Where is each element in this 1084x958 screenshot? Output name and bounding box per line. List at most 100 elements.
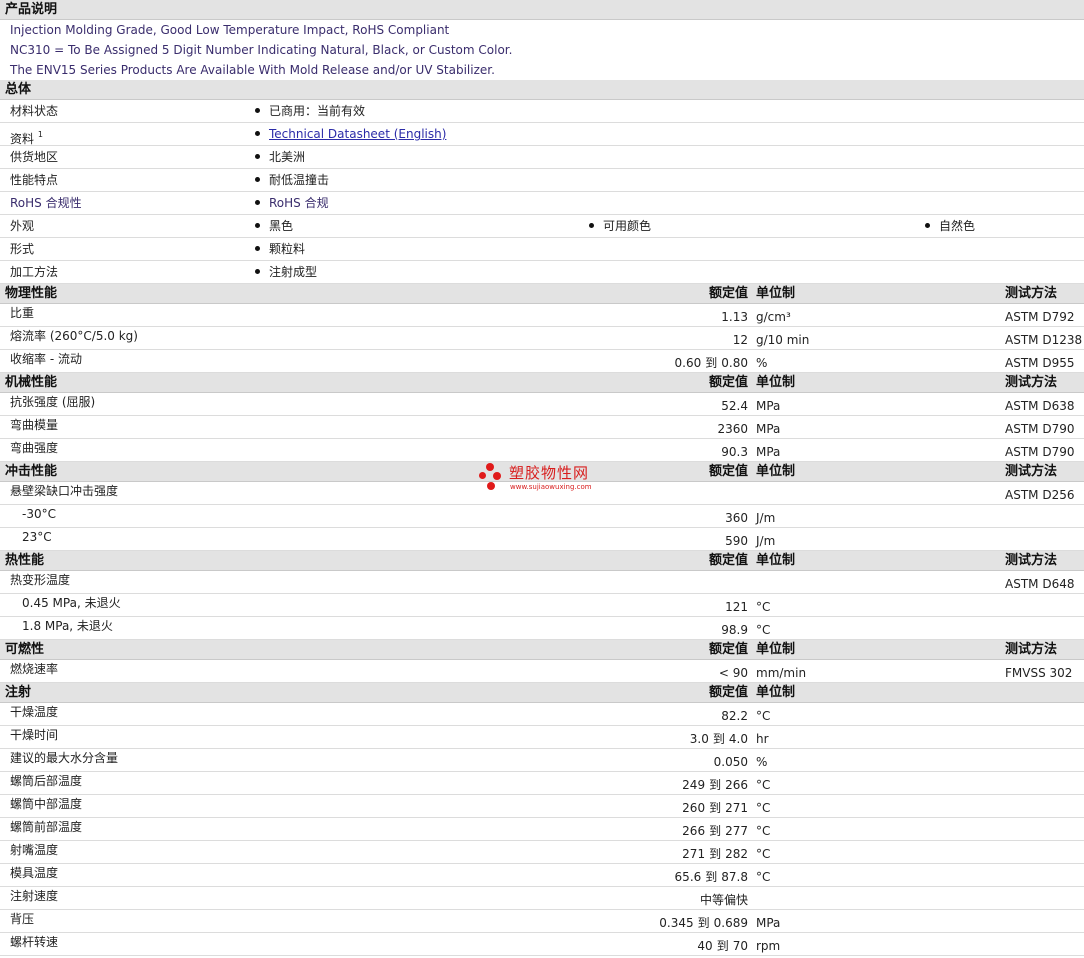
nominal-value: < 90 [718, 666, 748, 680]
bullet-icon [255, 154, 260, 159]
property-row: -30°C 360 J/m [0, 505, 1084, 528]
range-separator: 到 [716, 939, 729, 953]
range-max: 87.8 [721, 870, 748, 884]
property-row: 螺筒前部温度 266 到 277 °C [0, 818, 1084, 841]
column-header-unit: 单位制 [756, 286, 796, 301]
property-value: 52.4 [721, 395, 748, 418]
section-mechanical-header: 机械性能 额定值 单位制 测试方法 [0, 373, 1084, 393]
bullet-icon [255, 108, 260, 113]
row-value: 自然色 [925, 215, 975, 238]
logo-dot-icon [486, 463, 494, 471]
nominal-value: 1.13 [721, 310, 748, 324]
row-label: RoHS 合规性 [10, 196, 82, 210]
bullet-icon [255, 200, 260, 205]
property-unit: °C [756, 709, 771, 723]
property-label: 螺杆转速 [10, 935, 59, 949]
range-separator: 到 [709, 824, 722, 838]
nominal-value: 0.050 [713, 755, 748, 769]
technical-datasheet-link[interactable]: Technical Datasheet (English) [269, 127, 446, 141]
property-row: 23°C 590 J/m [0, 528, 1084, 551]
property-row: 抗张强度 (屈服) 52.4 MPa ASTM D638 [0, 393, 1084, 416]
property-unit: MPa [756, 422, 781, 436]
property-value: 249 到 266 [682, 774, 748, 797]
column-header-value: 额定值 [708, 464, 748, 479]
section-title: 物理性能 [5, 286, 58, 301]
property-value: 98.9 [721, 619, 748, 642]
range-separator: 到 [709, 778, 722, 792]
property-label: 弯曲强度 [10, 441, 59, 455]
property-value: 1.13 [721, 306, 748, 329]
bullet-icon [925, 223, 930, 228]
general-row-region: 供货地区 北美洲 [0, 146, 1084, 169]
property-unit: °C [756, 824, 771, 838]
section-title: 热性能 [5, 553, 45, 568]
row-value: 可用颜色 [589, 215, 651, 238]
property-unit: % [756, 755, 768, 769]
property-value: 65.6 到 87.8 [675, 866, 748, 889]
section-title: 机械性能 [5, 375, 58, 390]
property-value: 90.3 [721, 441, 748, 464]
general-row-status: 材料状态 已商用：当前有效 [0, 100, 1084, 123]
row-value: 北美洲 [255, 146, 305, 169]
property-sections: 物理性能 额定值 单位制 测试方法 比重 1.13 g/cm³ ASTM D792 熔流率 (2… [0, 284, 1084, 956]
property-label: 干燥时间 [10, 728, 59, 742]
property-value: 360 [725, 507, 748, 530]
watermark-url: www.sujiaowuxing.com [510, 483, 592, 491]
column-header-value: 额定值 [708, 642, 748, 657]
range-max: 0.689 [713, 916, 748, 930]
section-title: 注射 [5, 685, 32, 700]
property-unit: °C [756, 801, 771, 815]
column-header-unit: 单位制 [756, 642, 796, 657]
property-row: 比重 1.13 g/cm³ ASTM D792 [0, 304, 1084, 327]
description-line: Injection Molding Grade, Good Low Temper… [10, 23, 450, 37]
bullet-icon [255, 131, 260, 136]
section-thermal-header: 热性能 额定值 单位制 测试方法 [0, 551, 1084, 571]
property-unit: g/cm³ [756, 310, 791, 324]
property-row: 螺筒后部温度 249 到 266 °C [0, 772, 1084, 795]
bullet-icon [255, 223, 260, 228]
general-row-features: 性能特点 耐低温撞击 [0, 169, 1084, 192]
general-row-form: 形式 颗粒料 [0, 238, 1084, 261]
range-min: 3.0 [689, 732, 709, 746]
property-value: 2360 [717, 418, 748, 441]
property-value: 0.345 到 0.689 [659, 912, 748, 935]
property-label: 螺筒前部温度 [10, 820, 83, 834]
row-label: 加工方法 [10, 265, 59, 279]
range-max: 282 [725, 847, 748, 861]
range-separator: 到 [712, 732, 725, 746]
property-value: 12 [733, 329, 748, 352]
property-label: 螺筒后部温度 [10, 774, 83, 788]
column-header-test: 测试方法 [1005, 553, 1058, 568]
nominal-value: 360 [725, 511, 748, 525]
general-row-appearance: 外观 黑色 可用颜色 自然色 [0, 215, 1084, 238]
property-value: 266 到 277 [682, 820, 748, 843]
bullet-icon [255, 177, 260, 182]
column-header-test: 测试方法 [1005, 286, 1058, 301]
property-label: 弯曲模量 [10, 418, 59, 432]
property-value: 0.60 到 0.80 [675, 352, 748, 375]
column-header-test: 测试方法 [1005, 642, 1058, 657]
column-header-test: 测试方法 [1005, 375, 1058, 390]
column-header-test: 测试方法 [1005, 464, 1058, 479]
column-header-value: 额定值 [708, 685, 748, 700]
section-injection-header: 注射 额定值 单位制 [0, 683, 1084, 703]
bullet-icon [589, 223, 594, 228]
section-physical-header: 物理性能 额定值 单位制 测试方法 [0, 284, 1084, 304]
nominal-value: 2360 [717, 422, 748, 436]
property-label: 螺筒中部温度 [10, 797, 83, 811]
general-row-datasheet: 资料 1 Technical Datasheet (English) [0, 123, 1084, 146]
bullet-icon [255, 269, 260, 274]
range-separator: 到 [697, 916, 710, 930]
test-method: ASTM D790 [1005, 422, 1075, 436]
property-value: 121 [725, 596, 748, 619]
property-value: < 90 [719, 662, 748, 685]
row-label: 材料状态 [10, 104, 59, 118]
datasheet-page: 产品说明 Injection Molding Grade, Good Low T… [0, 0, 1084, 956]
column-header-unit: 单位制 [756, 553, 796, 568]
property-label: 抗张强度 (屈服) [10, 395, 96, 409]
column-header-unit: 单位制 [756, 375, 796, 390]
property-label: 注射速度 [10, 889, 59, 903]
row-value: 颗粒料 [255, 238, 305, 261]
property-value: 271 到 282 [682, 843, 748, 866]
test-method: ASTM D638 [1005, 399, 1075, 413]
